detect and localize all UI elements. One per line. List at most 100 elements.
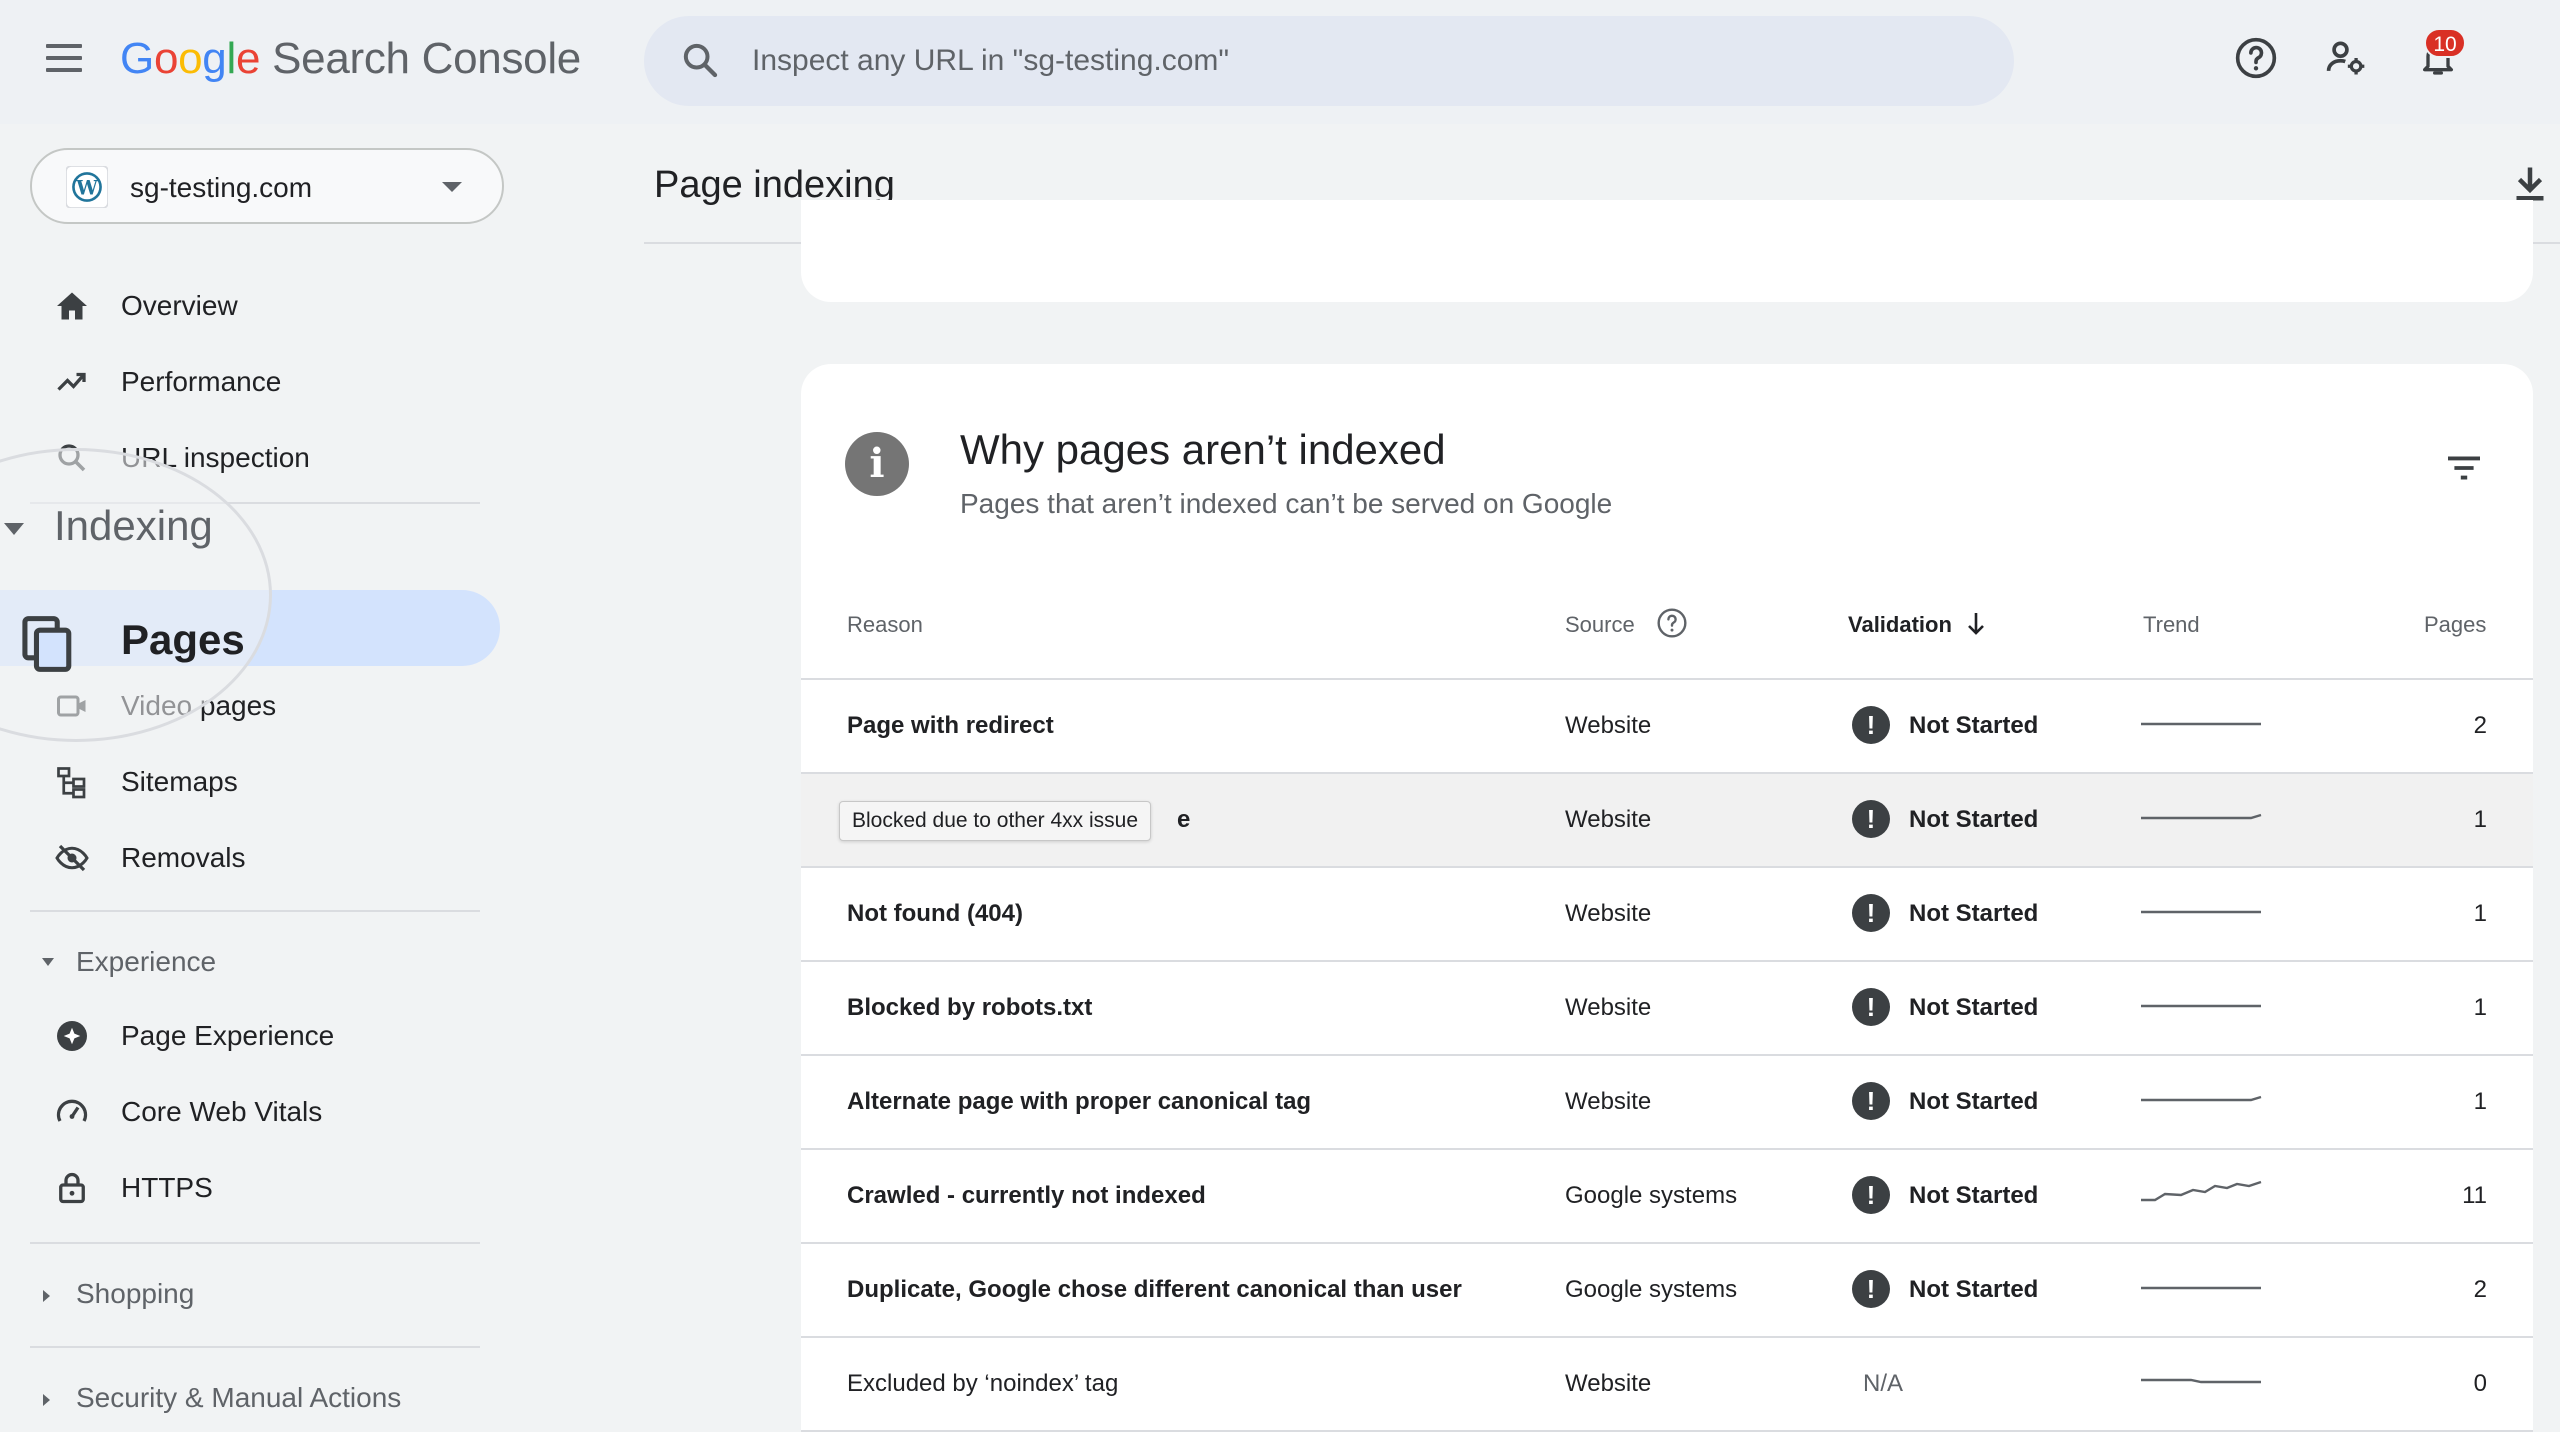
column-header-trend: Trend xyxy=(2143,612,2200,637)
dropdown-arrow-icon xyxy=(442,182,462,192)
sidebar-divider xyxy=(30,910,480,912)
alert-icon: ! xyxy=(1852,1176,1890,1214)
table-row[interactable]: Duplicate, Google chose different canoni… xyxy=(801,1244,2533,1338)
pages-count: 1 xyxy=(2473,900,2487,927)
nav-page-experience-label: Page Experience xyxy=(121,1020,335,1051)
chevron-right-icon xyxy=(43,1290,50,1302)
validation-status: Not Started xyxy=(1909,1276,2039,1303)
nav-removals-label: Removals xyxy=(121,842,246,873)
table-row[interactable]: Not found (404) Website! Not Started 1 xyxy=(801,868,2533,962)
property-selector[interactable]: W sg-testing.com xyxy=(30,148,504,224)
filter-icon[interactable] xyxy=(2444,452,2484,484)
card-title: Why pages aren’t indexed xyxy=(960,426,1446,473)
table-row[interactable]: Page with redirect Website! Not Started 2 xyxy=(801,680,2533,774)
table-row[interactable]: Blocked by robots.txt Website! Not Started… xyxy=(801,962,2533,1056)
validation-status: Not Started xyxy=(1909,994,2039,1021)
section-shopping[interactable]: Shopping xyxy=(0,1266,480,1322)
reason-cell: Duplicate, Google chose different canoni… xyxy=(847,1276,1462,1303)
pages-count: 2 xyxy=(2473,712,2487,739)
help-icon[interactable] xyxy=(1656,607,1688,639)
nav-sitemaps-label: Sitemaps xyxy=(121,766,238,797)
trend-sparkline xyxy=(2141,1180,2262,1202)
nav-removals[interactable]: Removals xyxy=(0,822,500,894)
nav-overview[interactable]: Overview xyxy=(0,270,500,342)
reason-cell: Not found (404) xyxy=(847,900,1023,927)
section-security-manual-actions[interactable]: Security & Manual Actions xyxy=(0,1370,480,1426)
pages-icon xyxy=(22,616,72,672)
column-header-reason: Reason xyxy=(847,612,923,637)
nav-sitemaps[interactable]: Sitemaps xyxy=(0,746,500,818)
column-header-source: Source xyxy=(1565,612,1635,637)
reason-cell: e xyxy=(1177,806,1191,833)
nav-overview-label: Overview xyxy=(121,290,238,321)
eye-off-icon xyxy=(55,844,89,872)
sidebar-divider xyxy=(30,1346,480,1348)
nav-https[interactable]: HTTPS xyxy=(0,1152,500,1224)
nav-performance[interactable]: Performance xyxy=(0,346,500,418)
trend-sparkline xyxy=(2141,1004,2261,1008)
section-experience-label: Experience xyxy=(76,946,217,977)
source-cell: Website xyxy=(1565,900,1652,927)
column-header-validation[interactable]: Validation xyxy=(1848,612,1952,638)
download-icon[interactable] xyxy=(2512,164,2548,204)
nav-page-experience[interactable]: Page Experience xyxy=(0,1000,500,1072)
alert-icon: ! xyxy=(1852,988,1890,1026)
url-inspection-search[interactable] xyxy=(644,16,2014,106)
table-row[interactable]: Excluded by ‘noindex’ tag Website N/A 0 xyxy=(801,1338,2533,1432)
table-row[interactable]: Crawled - currently not indexed Google sy… xyxy=(801,1150,2533,1244)
chevron-down-icon xyxy=(42,958,54,966)
sidebar: W sg-testing.com Overview Performance UR… xyxy=(0,124,520,1432)
reason-cell: Blocked by robots.txt xyxy=(847,994,1093,1021)
svg-text:W: W xyxy=(75,176,98,199)
chevron-down-icon xyxy=(4,523,24,535)
trending-up-icon xyxy=(57,372,86,391)
trend-sparkline xyxy=(2141,1095,2262,1102)
lock-icon xyxy=(59,1172,85,1204)
source-cell: Google systems xyxy=(1565,1276,1738,1303)
sidebar-divider xyxy=(30,1242,480,1244)
table-row[interactable]: Alternate page with proper canonical tag… xyxy=(801,1056,2533,1150)
source-cell: Website xyxy=(1565,712,1652,739)
main-menu-button[interactable] xyxy=(46,44,90,80)
pages-count: 1 xyxy=(2473,994,2487,1021)
validation-status: N/A xyxy=(1863,1370,1904,1397)
validation-status: Not Started xyxy=(1909,712,2039,739)
search-input[interactable] xyxy=(752,36,1952,86)
chevron-right-icon xyxy=(43,1394,50,1406)
pages-count: 0 xyxy=(2473,1370,2487,1397)
alert-icon: ! xyxy=(1852,1270,1890,1308)
alert-icon: ! xyxy=(1852,706,1890,744)
sort-arrow-down-icon[interactable] xyxy=(1964,610,1988,638)
validation-status: Not Started xyxy=(1909,1182,2039,1209)
home-icon xyxy=(57,292,87,320)
section-experience[interactable]: Experience xyxy=(0,934,480,990)
search-icon xyxy=(683,43,718,78)
reason-cell: Alternate page with proper canonical tag xyxy=(847,1088,1312,1115)
source-cell: Website xyxy=(1565,1088,1652,1115)
pages-count: 1 xyxy=(2473,1088,2487,1115)
validation-status: Not Started xyxy=(1909,900,2039,927)
trend-sparkline xyxy=(2141,722,2261,726)
trend-sparkline xyxy=(2141,1286,2261,1290)
speedometer-icon xyxy=(56,1099,88,1122)
wordpress-icon: W xyxy=(66,166,108,208)
user-settings-icon[interactable] xyxy=(2324,36,2368,80)
nav-core-web-vitals[interactable]: Core Web Vitals xyxy=(0,1076,500,1148)
help-icon[interactable] xyxy=(2234,36,2278,80)
column-header-pages: Pages xyxy=(2424,612,2487,637)
info-icon: i xyxy=(845,432,909,496)
validation-status: Not Started xyxy=(1909,806,2039,833)
alert-icon: ! xyxy=(1852,800,1890,838)
sitemap-icon xyxy=(57,767,86,799)
plus-circle-icon xyxy=(57,1021,87,1051)
alert-icon: ! xyxy=(1852,894,1890,932)
nav-pages-label[interactable]: Pages xyxy=(121,616,245,664)
trend-sparkline xyxy=(2141,910,2261,914)
section-indexing-label[interactable]: Indexing xyxy=(54,502,213,550)
tooltip: Blocked due to other 4xx issue xyxy=(839,801,1152,841)
section-security-label: Security & Manual Actions xyxy=(76,1382,402,1413)
google-search-console-logo[interactable]: Google Search Console xyxy=(120,34,581,84)
reason-cell: Excluded by ‘noindex’ tag xyxy=(847,1370,1119,1397)
source-cell: Website xyxy=(1565,806,1652,833)
source-cell: Google systems xyxy=(1565,1182,1738,1209)
